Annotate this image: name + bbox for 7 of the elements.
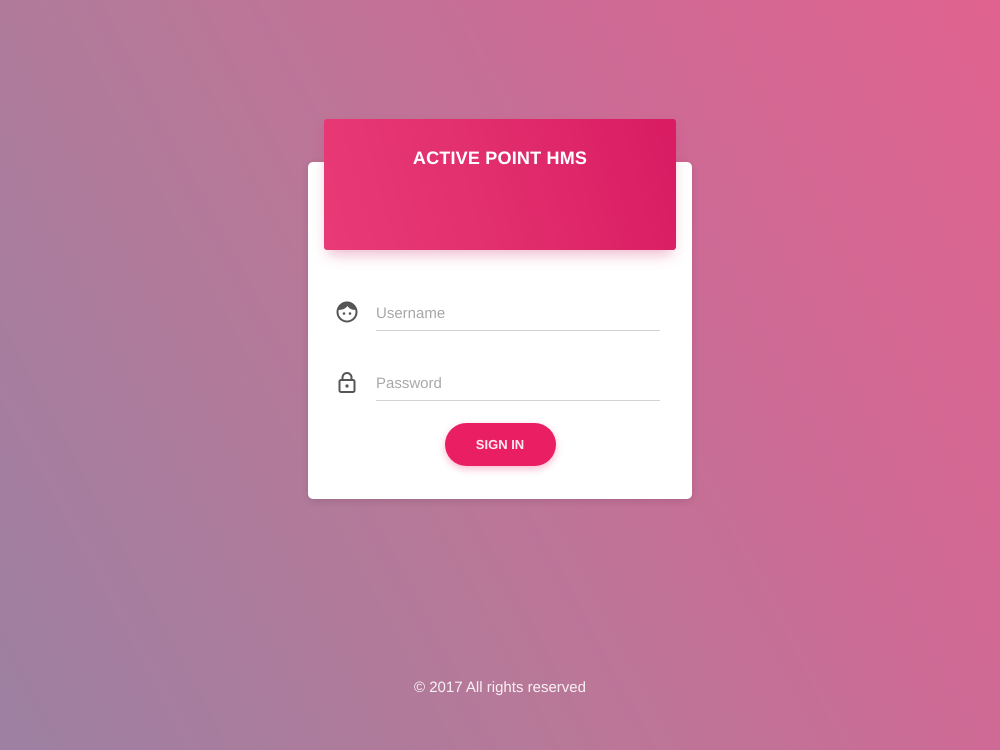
- face-icon: [336, 300, 358, 322]
- lock-icon: [336, 370, 358, 392]
- password-field[interactable]: Password: [376, 366, 660, 401]
- sign-in-button[interactable]: SIGN IN: [444, 423, 556, 466]
- username-field[interactable]: Username: [376, 296, 660, 331]
- copyright-text: © 2017 All rights reserved: [414, 679, 586, 697]
- app-title: ACTIVE POINT HMS: [412, 147, 588, 169]
